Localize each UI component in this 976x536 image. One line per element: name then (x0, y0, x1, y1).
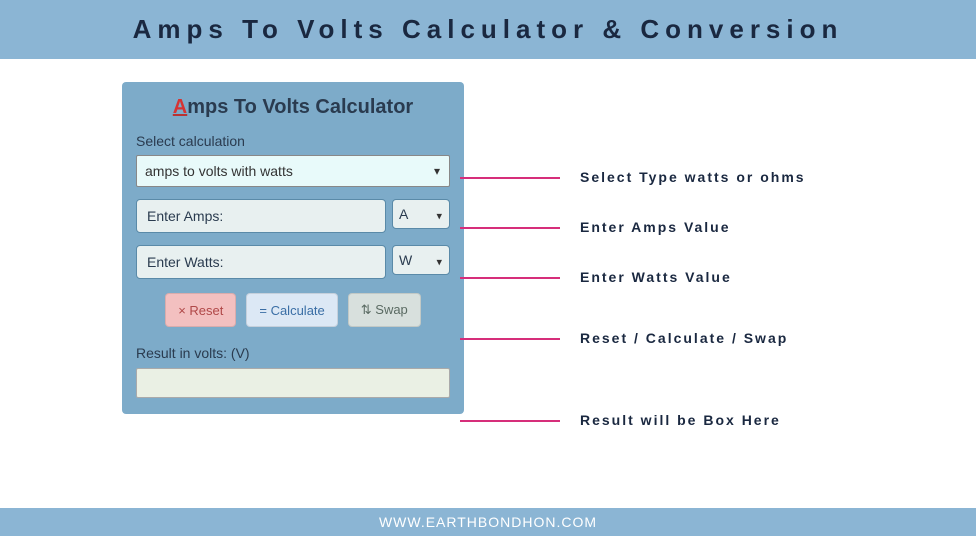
calculator-card: Amps To Volts Calculator Select calculat… (122, 82, 464, 414)
annotation-text-1: Select Type watts or ohms (580, 169, 806, 185)
annotation-line-5 (460, 420, 560, 422)
watts-input-row: W (136, 245, 450, 279)
title-first-letter: A (173, 96, 187, 118)
annotation-text-5: Result will be Box Here (580, 412, 781, 428)
annotation-line-1 (460, 177, 560, 179)
result-output (136, 368, 450, 398)
annotation-line-4 (460, 338, 560, 340)
amps-field[interactable] (136, 199, 386, 233)
amps-unit-wrap: A (392, 199, 450, 233)
calculate-button[interactable]: = Calculate (246, 293, 337, 327)
title-rest: mps To Volts Calculator (187, 96, 413, 118)
watts-field[interactable] (136, 245, 386, 279)
footer-text: WWW.EARTHBONDHON.COM (379, 514, 597, 530)
watts-unit-wrap: W (392, 245, 450, 279)
watts-unit-select[interactable]: W (392, 245, 450, 275)
annotation-text-2: Enter Amps Value (580, 219, 731, 235)
annotation-line-3 (460, 277, 560, 279)
annotation-text-4: Reset / Calculate / Swap (580, 330, 788, 346)
annotation-text-3: Enter Watts Value (580, 269, 732, 285)
calculator-title: Amps To Volts Calculator (136, 96, 450, 119)
reset-button[interactable]: × Reset (165, 293, 236, 327)
calculation-type-select[interactable]: amps to volts with watts (136, 155, 450, 187)
amps-input-row: A (136, 199, 450, 233)
page-footer: WWW.EARTHBONDHON.COM (0, 508, 976, 536)
page-title: Amps To Volts Calculator & Conversion (133, 14, 844, 44)
page-header: Amps To Volts Calculator & Conversion (0, 0, 976, 59)
result-label: Result in volts: (V) (136, 345, 450, 361)
button-row: × Reset = Calculate ⇅ Swap (136, 293, 450, 327)
amps-unit-select[interactable]: A (392, 199, 450, 229)
annotation-line-2 (460, 227, 560, 229)
select-calculation-label: Select calculation (136, 133, 450, 149)
swap-button[interactable]: ⇅ Swap (348, 293, 421, 327)
calculation-type-select-wrap: amps to volts with watts (136, 155, 450, 187)
